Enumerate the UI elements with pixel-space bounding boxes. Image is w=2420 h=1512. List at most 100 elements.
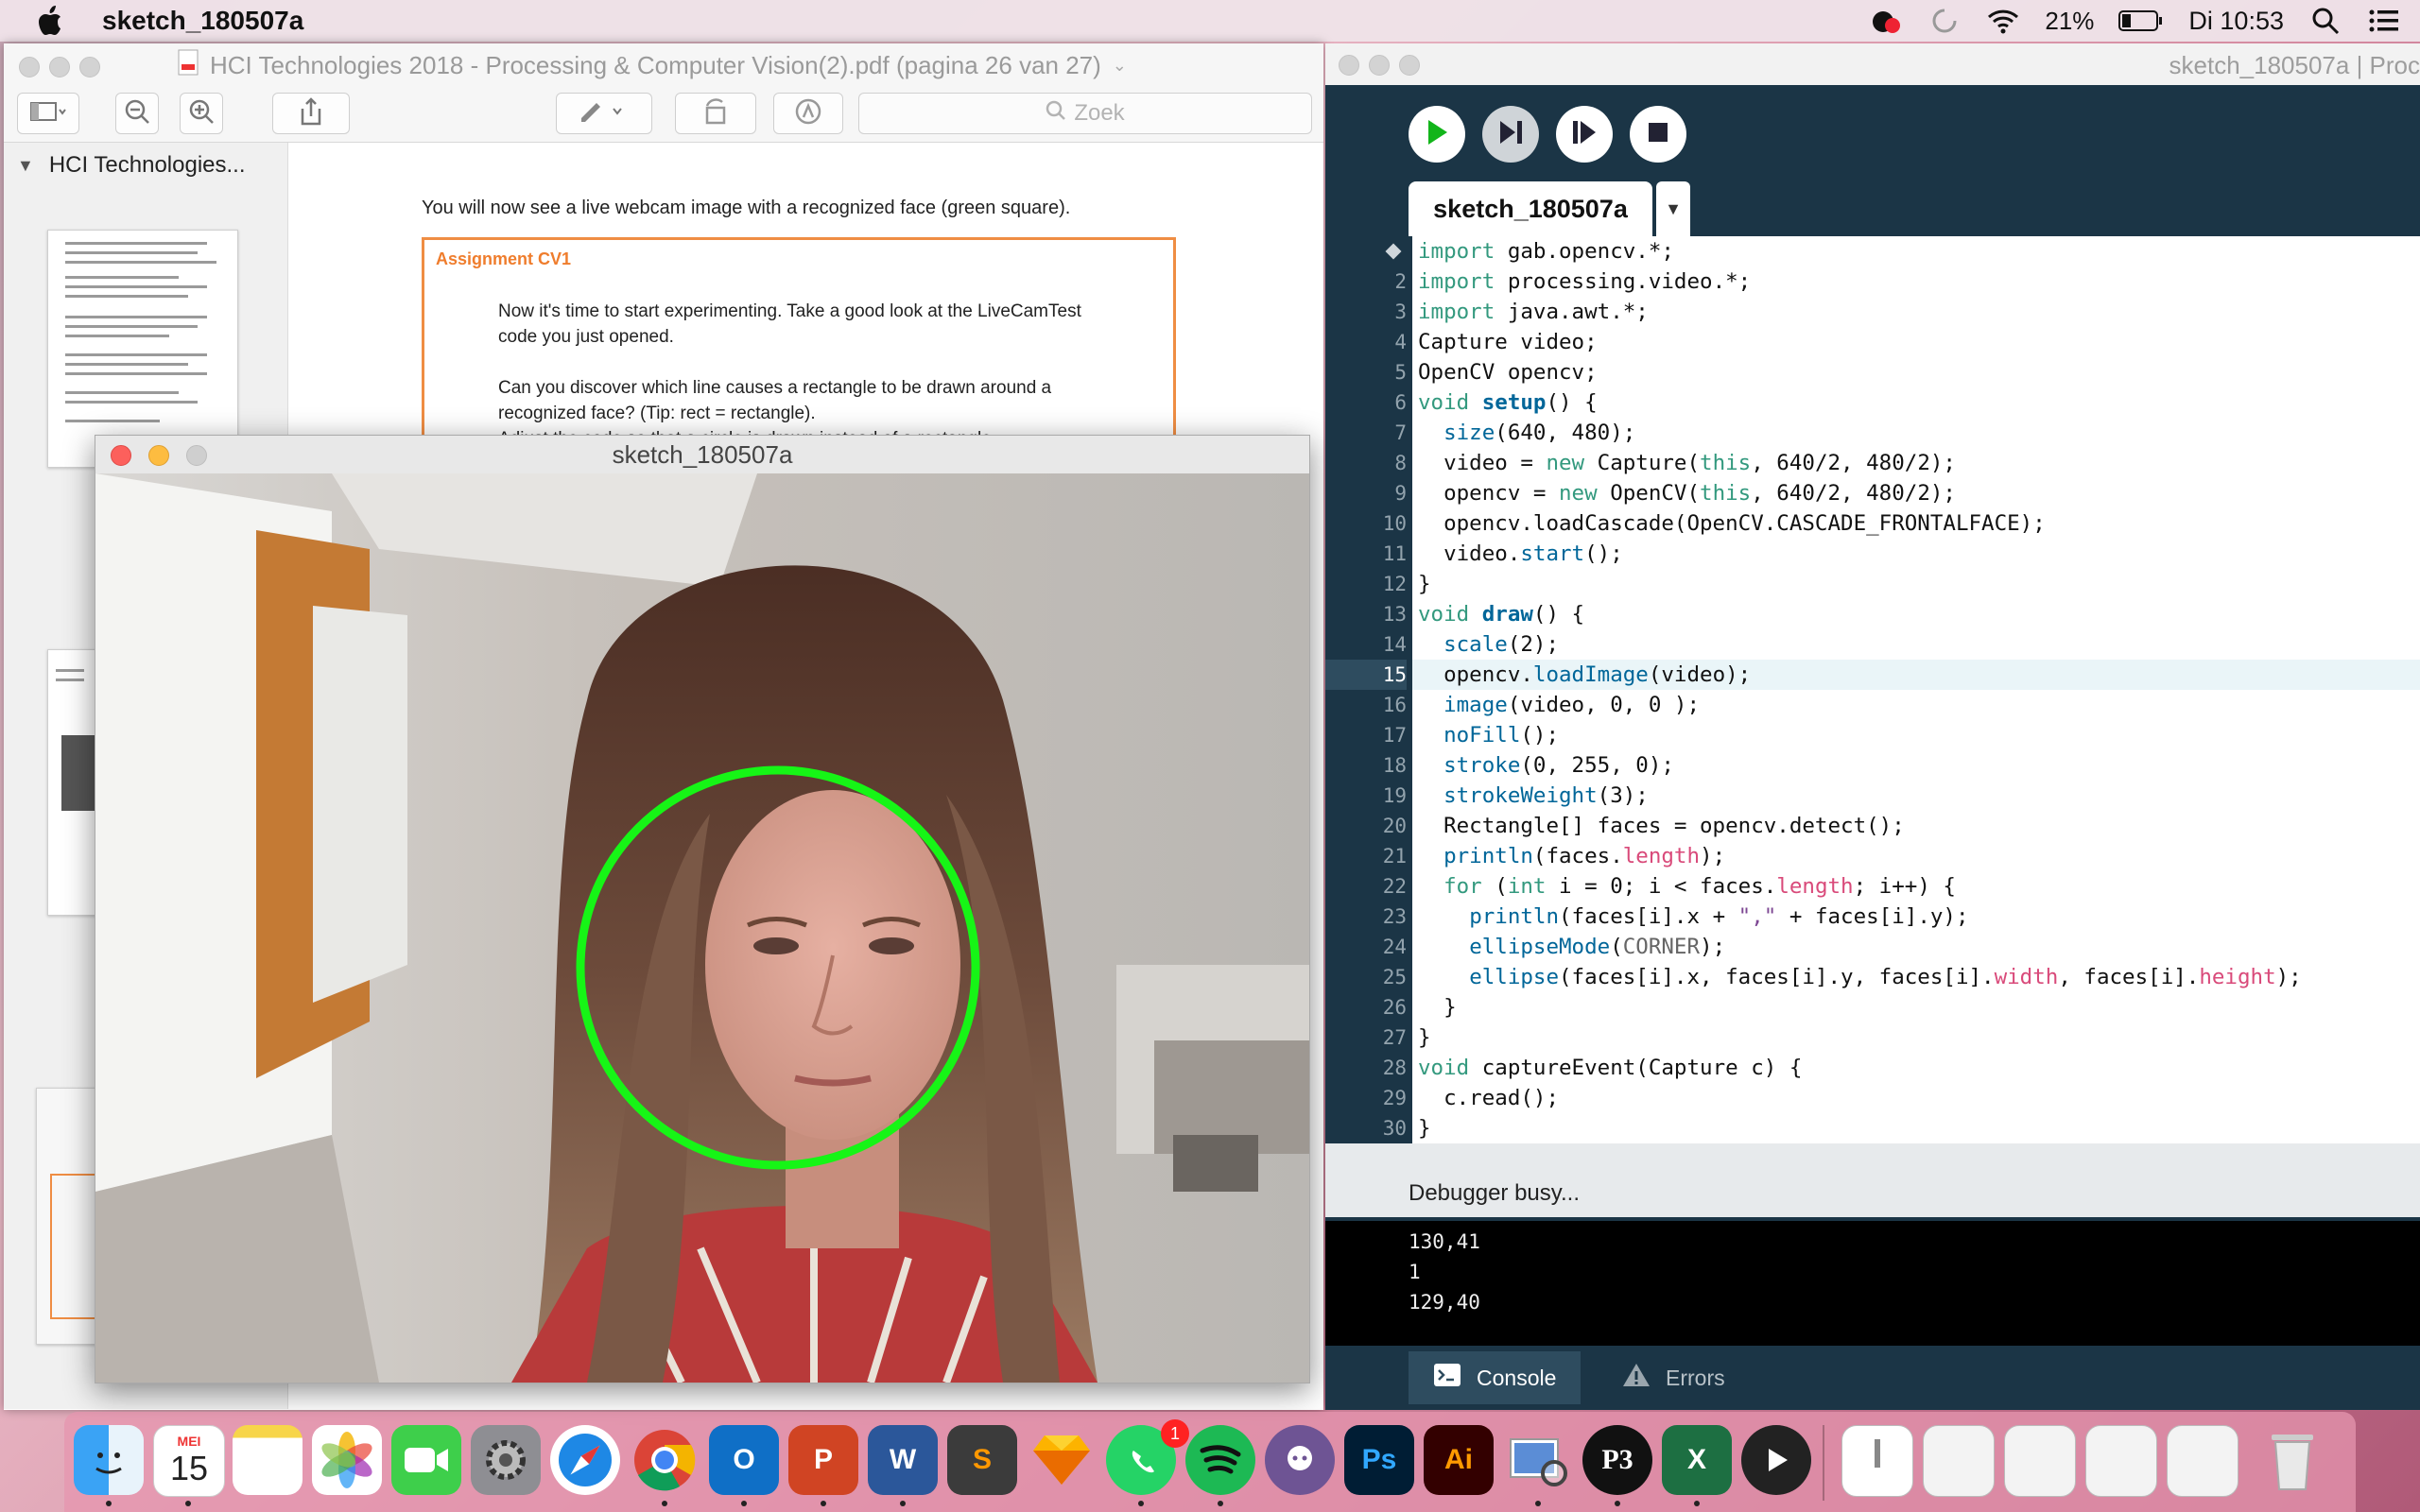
ide-title-bar[interactable]: sketch_180507a | Proc — [1325, 43, 2420, 85]
calendar-document-icon[interactable] — [2004, 1425, 2076, 1497]
console-line: 129,40 — [1409, 1291, 1480, 1314]
running-indicator — [1138, 1501, 1144, 1506]
running-indicator — [1615, 1501, 1620, 1506]
pdf-document-icon — [178, 49, 199, 82]
code-line: 8 video = new Capture(this, 640/2, 480/2… — [1394, 451, 1956, 475]
share-icon — [299, 96, 323, 130]
calendar-icon[interactable]: MEI 15 — [153, 1425, 225, 1497]
sidebar-document-header[interactable]: ▼ HCI Technologies... — [17, 152, 246, 179]
assignment-text-line: Now it's time to start experimenting. Ta… — [498, 301, 1081, 321]
console-output[interactable]: 130,41 1 129,40 — [1325, 1221, 2420, 1346]
code-line: 21 println(faces.length); — [1382, 844, 1726, 868]
annotate-button[interactable] — [773, 93, 843, 134]
trash-icon[interactable] — [2257, 1425, 2327, 1495]
chevron-down-icon[interactable]: ⌄ — [1113, 56, 1127, 76]
step-icon — [1496, 119, 1525, 150]
system-preferences-icon[interactable] — [471, 1425, 541, 1495]
wifi-icon[interactable] — [1986, 4, 2020, 38]
minimize-button[interactable] — [1369, 55, 1390, 76]
close-button[interactable] — [19, 57, 40, 77]
search-field[interactable]: Zoek — [858, 93, 1312, 134]
battery-percentage[interactable]: 21% — [2045, 7, 2094, 36]
preview-icon[interactable] — [1503, 1425, 1573, 1495]
step-button[interactable] — [1482, 106, 1539, 163]
markup-circle-icon — [794, 97, 822, 130]
menubar-clock[interactable]: Di 10:53 — [2188, 7, 2284, 36]
code-line: 29 c.read(); — [1382, 1086, 1560, 1110]
zoom-out-button[interactable] — [115, 93, 159, 134]
apple-icon[interactable] — [21, 0, 78, 42]
photos-icon[interactable] — [312, 1425, 382, 1495]
chrome-icon[interactable] — [630, 1425, 700, 1495]
sketch-tab[interactable]: sketch_180507a — [1409, 181, 1652, 236]
word-icon[interactable]: W — [868, 1425, 938, 1495]
finder-icon[interactable] — [74, 1425, 144, 1495]
tab-menu-arrow-icon[interactable]: ▼ — [1656, 181, 1690, 236]
continue-icon — [1570, 119, 1599, 150]
processing-icon[interactable]: P3 — [1582, 1425, 1652, 1495]
code-editor[interactable]: 1import gab.opencv.*; 2import processing… — [1325, 236, 2420, 1143]
minimize-button[interactable] — [49, 57, 70, 77]
rotate-button[interactable] — [675, 93, 756, 134]
battery-icon[interactable] — [2118, 4, 2164, 38]
spotify-icon[interactable] — [1185, 1425, 1255, 1495]
screenshot-document-icon[interactable] — [2085, 1425, 2157, 1497]
illustrator-icon[interactable]: Ai — [1424, 1425, 1494, 1495]
share-button[interactable] — [272, 93, 350, 134]
zoom-button[interactable] — [186, 445, 207, 466]
downloads-stack-icon[interactable] — [2167, 1425, 2238, 1497]
creative-cloud-icon[interactable] — [1869, 4, 1903, 38]
sketch-icon[interactable] — [1027, 1425, 1097, 1495]
code-line: 17 noFill(); — [1382, 723, 1560, 747]
zoom-in-button[interactable] — [180, 93, 223, 134]
sidebar-document-title: HCI Technologies... — [48, 152, 246, 178]
sync-icon[interactable] — [1927, 4, 1962, 38]
console-tab[interactable]: Console — [1409, 1351, 1582, 1404]
play-icon — [1425, 118, 1449, 151]
code-line: 28 void captureEvent(Capture c) { — [1382, 1056, 1803, 1080]
outlook-icon[interactable]: O — [709, 1425, 779, 1495]
powerpoint-icon[interactable]: P — [788, 1425, 858, 1495]
code-line: 11 video.start(); — [1382, 541, 1623, 566]
zip-file-icon[interactable] — [1841, 1425, 1913, 1497]
code-line-highlighted: 15 opencv.loadImage(video); — [1325, 660, 2420, 690]
excel-icon[interactable]: X — [1662, 1425, 1732, 1495]
running-indicator — [900, 1501, 906, 1506]
close-button[interactable] — [1339, 55, 1359, 76]
dock-separator — [1823, 1425, 1824, 1501]
errors-tab[interactable]: Errors — [1598, 1351, 1750, 1404]
notification-center-icon[interactable] — [2367, 4, 2401, 38]
code-line: 4 Capture video; — [1394, 330, 1598, 354]
zoom-button[interactable] — [1399, 55, 1420, 76]
spreadsheet-document-icon[interactable] — [1923, 1425, 1995, 1497]
running-indicator — [1535, 1501, 1541, 1506]
disclosure-triangle-icon[interactable]: ▼ — [17, 156, 34, 176]
safari-icon[interactable] — [550, 1425, 620, 1495]
continue-button[interactable] — [1556, 106, 1613, 163]
sketch-title-bar[interactable]: sketch_180507a — [95, 436, 1309, 473]
debugger-status-bar: Debugger busy... — [1325, 1170, 2420, 1217]
sublime-text-icon[interactable]: S — [947, 1425, 1017, 1495]
pen-icon — [576, 99, 632, 129]
quicktime-icon[interactable] — [1741, 1425, 1811, 1495]
close-button[interactable] — [111, 445, 131, 466]
assignment-body: Now it's time to start experimenting. Ta… — [498, 299, 1150, 452]
assignment-box: Assignment CV1 Now it's time to start ex… — [422, 237, 1176, 464]
code-line: 18 stroke(0, 255, 0); — [1382, 753, 1674, 778]
page-thumbnail[interactable] — [47, 230, 238, 468]
github-desktop-icon[interactable] — [1265, 1425, 1335, 1495]
zoom-button[interactable] — [79, 57, 100, 77]
markup-button[interactable] — [556, 93, 652, 134]
spotlight-search-icon[interactable] — [2308, 4, 2342, 38]
stop-button[interactable] — [1630, 106, 1686, 163]
sidebar-toggle-button[interactable] — [17, 93, 79, 134]
preview-title-bar[interactable]: HCI Technologies 2018 - Processing & Com… — [4, 43, 1323, 85]
minimize-button[interactable] — [148, 445, 169, 466]
notes-icon[interactable] — [233, 1425, 302, 1495]
facetime-icon[interactable] — [391, 1425, 461, 1495]
warning-icon — [1622, 1362, 1651, 1394]
photoshop-icon[interactable]: Ps — [1344, 1425, 1414, 1495]
console-tab-bar: Console Errors — [1325, 1346, 2420, 1410]
active-app-name[interactable]: sketch_180507a — [102, 6, 303, 36]
run-button[interactable] — [1409, 106, 1465, 163]
